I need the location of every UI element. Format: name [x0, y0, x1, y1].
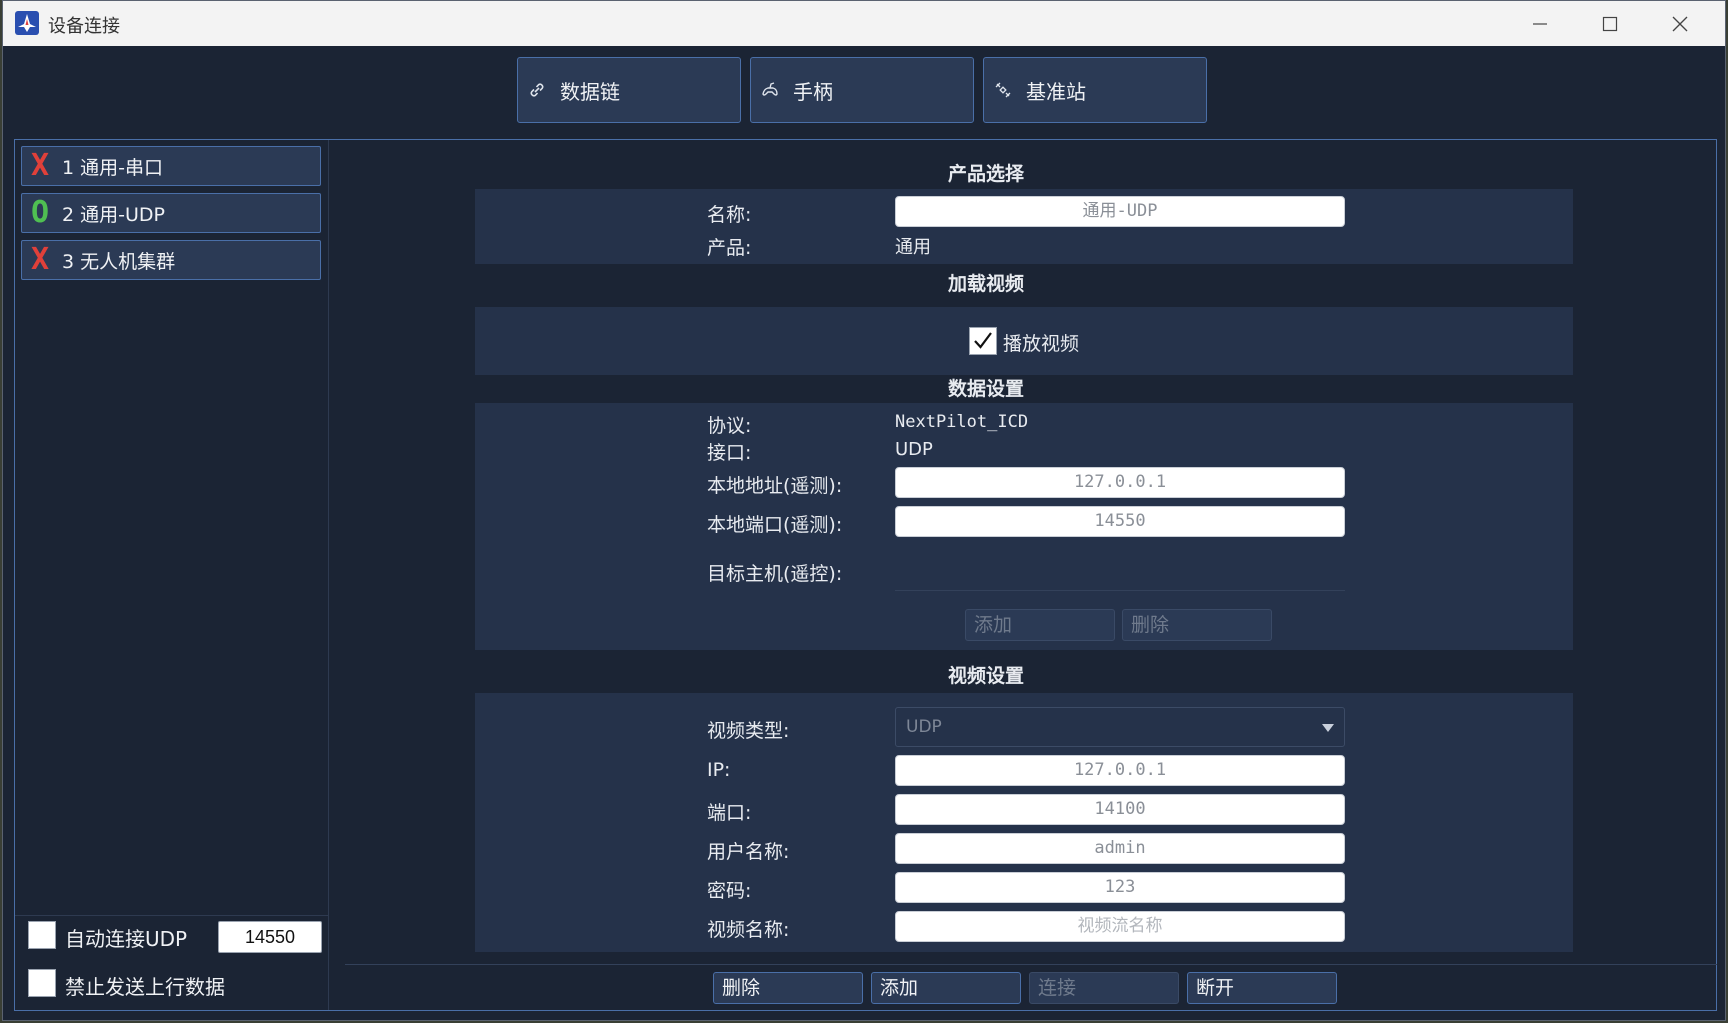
list-item[interactable]: X 3 无人机集群 — [21, 240, 321, 280]
disable-uplink-label: 禁止发送上行数据 — [65, 975, 225, 999]
interface-value: UDP — [895, 439, 933, 460]
auto-connect-checkbox[interactable] — [28, 921, 56, 949]
local-address-label: 本地地址(遥测): — [707, 475, 843, 497]
target-host-list[interactable] — [895, 590, 1345, 591]
video-type-value: UDP — [906, 717, 942, 737]
status-fail-icon: X — [30, 242, 50, 277]
section-title-video-load: 加载视频 — [947, 273, 1024, 295]
divider — [15, 915, 329, 916]
product-label: 产品: — [707, 237, 752, 259]
minimize-icon — [1533, 22, 1547, 25]
port-label: 端口: — [707, 802, 752, 824]
connection-list: X 1 通用-串口 O 2 通用-UDP X 3 无人机集群 自动连接UDP 1… — [15, 140, 329, 1010]
ip-field[interactable]: 127.0.0.1 — [895, 755, 1345, 786]
satellite-icon — [992, 79, 1014, 101]
maximize-icon — [1602, 16, 1618, 31]
app-logo-icon — [15, 11, 39, 35]
username-label: 用户名称: — [707, 841, 790, 863]
password-label: 密码: — [707, 880, 752, 902]
local-address-field[interactable]: 127.0.0.1 — [895, 467, 1345, 498]
close-button[interactable] — [1645, 1, 1715, 46]
status-ok-icon: O — [30, 195, 50, 230]
product-value: 通用 — [895, 237, 931, 258]
add-target-button[interactable]: 添加 — [965, 609, 1115, 641]
connect-button[interactable]: 连接 — [1029, 972, 1179, 1004]
section-title-product: 产品选择 — [947, 163, 1024, 185]
video-type-select[interactable]: UDP — [895, 707, 1345, 747]
disable-uplink-checkbox[interactable] — [28, 969, 56, 997]
tab-joystick[interactable]: 手柄 — [750, 57, 974, 123]
list-item-label: 2 通用-UDP — [62, 203, 165, 226]
local-port-label: 本地端口(遥测): — [707, 514, 843, 536]
tab-joystick-label: 手柄 — [793, 79, 833, 104]
device-connection-window: 设备连接 数据链 手柄 基准站 X 1 通用-串口 O 2 通用-UDP X 3… — [2, 0, 1726, 1021]
auto-connect-port-input[interactable]: 14550 — [218, 921, 322, 953]
password-field[interactable]: 123 — [895, 872, 1345, 903]
section-title-data: 数据设置 — [947, 378, 1024, 400]
disconnect-button[interactable]: 断开 — [1187, 972, 1337, 1004]
list-item[interactable]: O 2 通用-UDP — [21, 193, 321, 233]
delete-target-button[interactable]: 删除 — [1122, 609, 1272, 641]
port-field[interactable]: 14100 — [895, 794, 1345, 825]
stream-name-field[interactable]: 视频流名称 — [895, 911, 1345, 942]
add-button[interactable]: 添加 — [871, 972, 1021, 1004]
tab-base-station-label: 基准站 — [1026, 79, 1086, 104]
maximize-button[interactable] — [1575, 1, 1645, 46]
list-item-label: 3 无人机集群 — [62, 250, 176, 273]
local-port-field[interactable]: 14550 — [895, 506, 1345, 537]
protocol-label: 协议: — [707, 415, 752, 437]
stream-name-label: 视频名称: — [707, 919, 790, 941]
tab-datalink[interactable]: 数据链 — [517, 57, 741, 123]
target-host-label: 目标主机(遥控): — [707, 563, 843, 585]
protocol-value: NextPilot_ICD — [895, 412, 1029, 432]
dropdown-arrow-icon — [1322, 724, 1334, 732]
username-field[interactable]: admin — [895, 833, 1345, 864]
list-item[interactable]: X 1 通用-串口 — [21, 146, 321, 186]
tab-datalink-label: 数据链 — [560, 79, 620, 104]
window-title: 设备连接 — [48, 16, 120, 37]
ip-label: IP: — [707, 759, 731, 781]
minimize-button[interactable] — [1505, 1, 1575, 46]
checkmark-icon — [974, 332, 992, 349]
list-item-label: 1 通用-串口 — [62, 156, 163, 179]
close-icon — [1672, 16, 1688, 31]
delete-button[interactable]: 删除 — [713, 972, 863, 1004]
link-icon — [526, 79, 548, 101]
interface-label: 接口: — [707, 442, 752, 464]
tab-base-station[interactable]: 基准站 — [983, 57, 1207, 123]
joystick-icon — [759, 79, 781, 101]
main-panel: X 1 通用-串口 O 2 通用-UDP X 3 无人机集群 自动连接UDP 1… — [14, 139, 1717, 1011]
play-video-checkbox[interactable] — [969, 327, 997, 355]
play-video-label: 播放视频 — [1003, 333, 1080, 355]
divider — [345, 964, 1717, 965]
name-label: 名称: — [707, 204, 752, 226]
auto-connect-label: 自动连接UDP — [65, 927, 188, 951]
status-fail-icon: X — [30, 148, 50, 183]
title-bar: 设备连接 — [3, 1, 1725, 46]
top-tab-bar: 数据链 手柄 基准站 — [3, 46, 1725, 140]
section-title-video: 视频设置 — [947, 665, 1024, 687]
video-type-label: 视频类型: — [707, 720, 790, 742]
name-field[interactable]: 通用-UDP — [895, 196, 1345, 227]
